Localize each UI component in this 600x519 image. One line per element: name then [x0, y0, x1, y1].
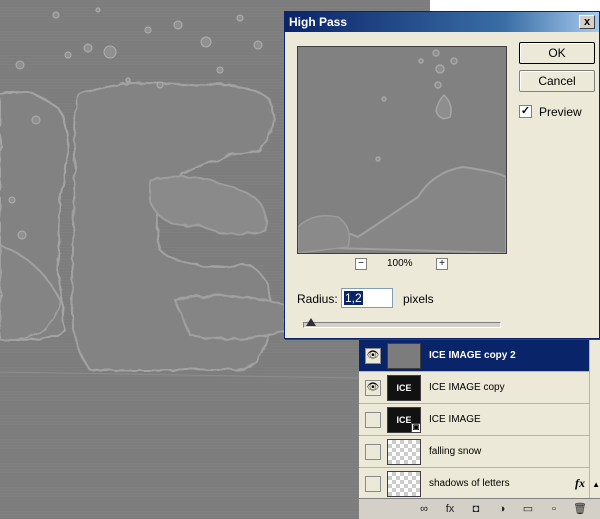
layer-name: shadows of letters [429, 478, 510, 489]
mask-icon[interactable]: ◘ [469, 502, 483, 516]
layer-row[interactable]: 👁 ICE ICE IMAGE copy [359, 372, 600, 404]
adjustment-icon[interactable]: ◑ [495, 502, 509, 516]
layer-row[interactable]: shadows of letters fx [359, 468, 600, 500]
trash-icon[interactable]: 🗑 [573, 502, 587, 516]
zoom-out-button[interactable]: − [355, 258, 367, 270]
link-icon[interactable]: ∞ [417, 502, 431, 516]
layer-name: ICE IMAGE copy [429, 382, 505, 393]
layers-panel: 👁 ICE IMAGE copy 2 👁 ICE ICE IMAGE copy ICE ▣ I… [358, 340, 600, 519]
preview-artwork [298, 49, 506, 253]
zoom-in-button[interactable]: + [436, 258, 448, 270]
layer-row[interactable]: falling snow [359, 436, 600, 468]
layers-footer: ∞ fx ◘ ◑ ▭ ▫ 🗑 [359, 498, 600, 519]
layer-thumbnail [387, 343, 421, 369]
radius-label: Radius: [297, 292, 338, 306]
preview-checkbox[interactable]: ✓ [519, 105, 532, 118]
zoom-level: 100% [387, 258, 413, 269]
new-layer-icon[interactable]: ▫ [547, 502, 561, 516]
layer-name: ICE IMAGE copy 2 [429, 350, 516, 361]
minus-icon: − [358, 258, 364, 269]
layer-thumbnail [387, 471, 421, 497]
dialog-titlebar[interactable]: High Pass x [285, 12, 599, 32]
layer-name: falling snow [429, 446, 482, 457]
layer-name: ICE IMAGE [429, 414, 481, 425]
visibility-eye-icon[interactable]: 👁 [365, 348, 381, 364]
plus-icon: + [439, 258, 445, 269]
layer-row[interactable]: ICE ▣ ICE IMAGE [359, 404, 600, 436]
layer-thumbnail: ICE ▣ [387, 407, 421, 433]
visibility-eye-icon[interactable] [365, 412, 381, 428]
filter-preview[interactable] [297, 46, 507, 254]
visibility-eye-icon[interactable] [365, 444, 381, 460]
visibility-eye-icon[interactable] [365, 476, 381, 492]
radius-unit-label: pixels [403, 292, 434, 306]
layer-effects-icon[interactable]: fx [575, 476, 585, 491]
radius-value: 1,2 [344, 291, 363, 305]
layer-row[interactable]: 👁 ICE IMAGE copy 2 [359, 340, 600, 372]
cancel-button[interactable]: Cancel [519, 70, 595, 92]
scroll-up-icon[interactable]: ▲ [592, 480, 600, 489]
layer-thumbnail: ICE [387, 375, 421, 401]
radius-slider-track[interactable] [303, 322, 501, 328]
fx-icon[interactable]: fx [443, 502, 457, 516]
close-icon: x [583, 16, 591, 28]
folder-icon[interactable]: ▭ [521, 502, 535, 516]
high-pass-dialog: High Pass x OK Cancel ✓ Preview − 100% +… [284, 11, 600, 339]
ok-button[interactable]: OK [519, 42, 595, 64]
layer-thumbnail [387, 439, 421, 465]
close-button[interactable]: x [579, 15, 595, 29]
preview-label: Preview [539, 105, 582, 119]
radius-input[interactable]: 1,2 [341, 288, 393, 308]
layers-scrollbar[interactable]: ▲ [589, 340, 600, 498]
dialog-title: High Pass [289, 15, 348, 29]
smart-object-icon: ▣ [411, 423, 421, 433]
radius-slider-thumb[interactable] [305, 318, 316, 326]
visibility-eye-icon[interactable]: 👁 [365, 380, 381, 396]
